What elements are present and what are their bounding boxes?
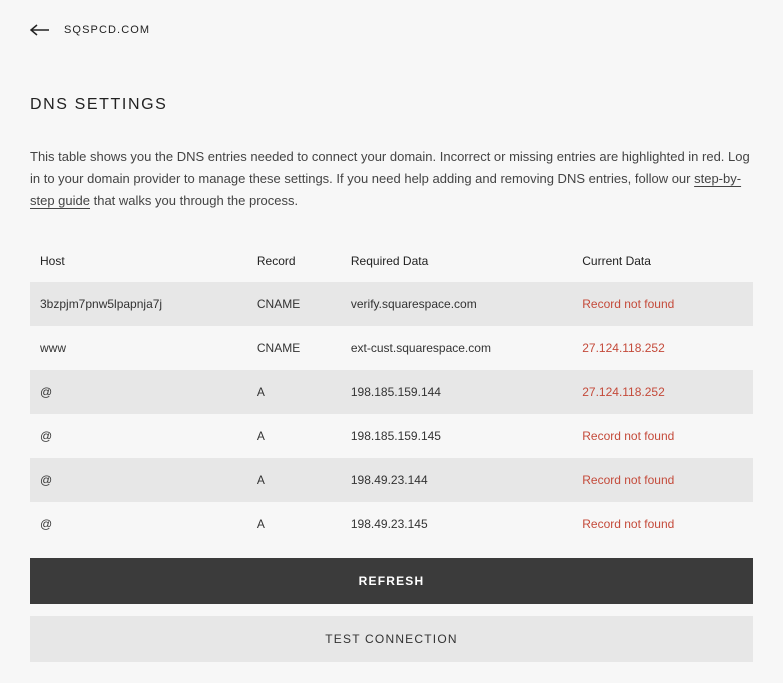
page-title: DNS SETTINGS [30, 96, 753, 114]
cell-required: 198.185.159.144 [341, 370, 572, 414]
description-text-2: that walks you through the process. [90, 193, 298, 208]
cell-host: @ [30, 458, 247, 502]
cell-required: 198.49.23.144 [341, 458, 572, 502]
table-row: 3bzpjm7pnw5lpapnja7jCNAMEverify.squaresp… [30, 282, 753, 326]
cell-record: A [247, 502, 341, 546]
cell-current: Record not found [572, 282, 753, 326]
cell-required: verify.squarespace.com [341, 282, 572, 326]
cell-current: Record not found [572, 502, 753, 546]
back-arrow-icon[interactable] [30, 22, 50, 38]
test-connection-button[interactable]: TEST CONNECTION [30, 616, 753, 662]
header-current: Current Data [572, 240, 753, 282]
cell-host: @ [30, 502, 247, 546]
cell-required: 198.49.23.145 [341, 502, 572, 546]
content: DNS SETTINGS This table shows you the DN… [0, 96, 783, 662]
cell-record: CNAME [247, 282, 341, 326]
header-record: Record [247, 240, 341, 282]
cell-required: 198.185.159.145 [341, 414, 572, 458]
description-text-1: This table shows you the DNS entries nee… [30, 149, 750, 186]
cell-current: Record not found [572, 414, 753, 458]
header-host: Host [30, 240, 247, 282]
header-required: Required Data [341, 240, 572, 282]
buttons: REFRESH TEST CONNECTION [30, 558, 753, 662]
cell-host: 3bzpjm7pnw5lpapnja7j [30, 282, 247, 326]
table-row: @A198.185.159.14427.124.118.252 [30, 370, 753, 414]
cell-host: @ [30, 414, 247, 458]
cell-current: Record not found [572, 458, 753, 502]
refresh-button[interactable]: REFRESH [30, 558, 753, 604]
dns-table: Host Record Required Data Current Data 3… [30, 240, 753, 546]
cell-current: 27.124.118.252 [572, 326, 753, 370]
table-header-row: Host Record Required Data Current Data [30, 240, 753, 282]
cell-record: A [247, 414, 341, 458]
cell-record: A [247, 458, 341, 502]
table-row: wwwCNAMEext-cust.squarespace.com27.124.1… [30, 326, 753, 370]
cell-required: ext-cust.squarespace.com [341, 326, 572, 370]
header: SQSPCD.COM [0, 0, 783, 60]
table-row: @A198.185.159.145Record not found [30, 414, 753, 458]
breadcrumb[interactable]: SQSPCD.COM [64, 24, 150, 36]
cell-record: CNAME [247, 326, 341, 370]
table-row: @A198.49.23.144Record not found [30, 458, 753, 502]
description: This table shows you the DNS entries nee… [30, 146, 753, 212]
cell-host: www [30, 326, 247, 370]
cell-host: @ [30, 370, 247, 414]
table-row: @A198.49.23.145Record not found [30, 502, 753, 546]
cell-current: 27.124.118.252 [572, 370, 753, 414]
cell-record: A [247, 370, 341, 414]
